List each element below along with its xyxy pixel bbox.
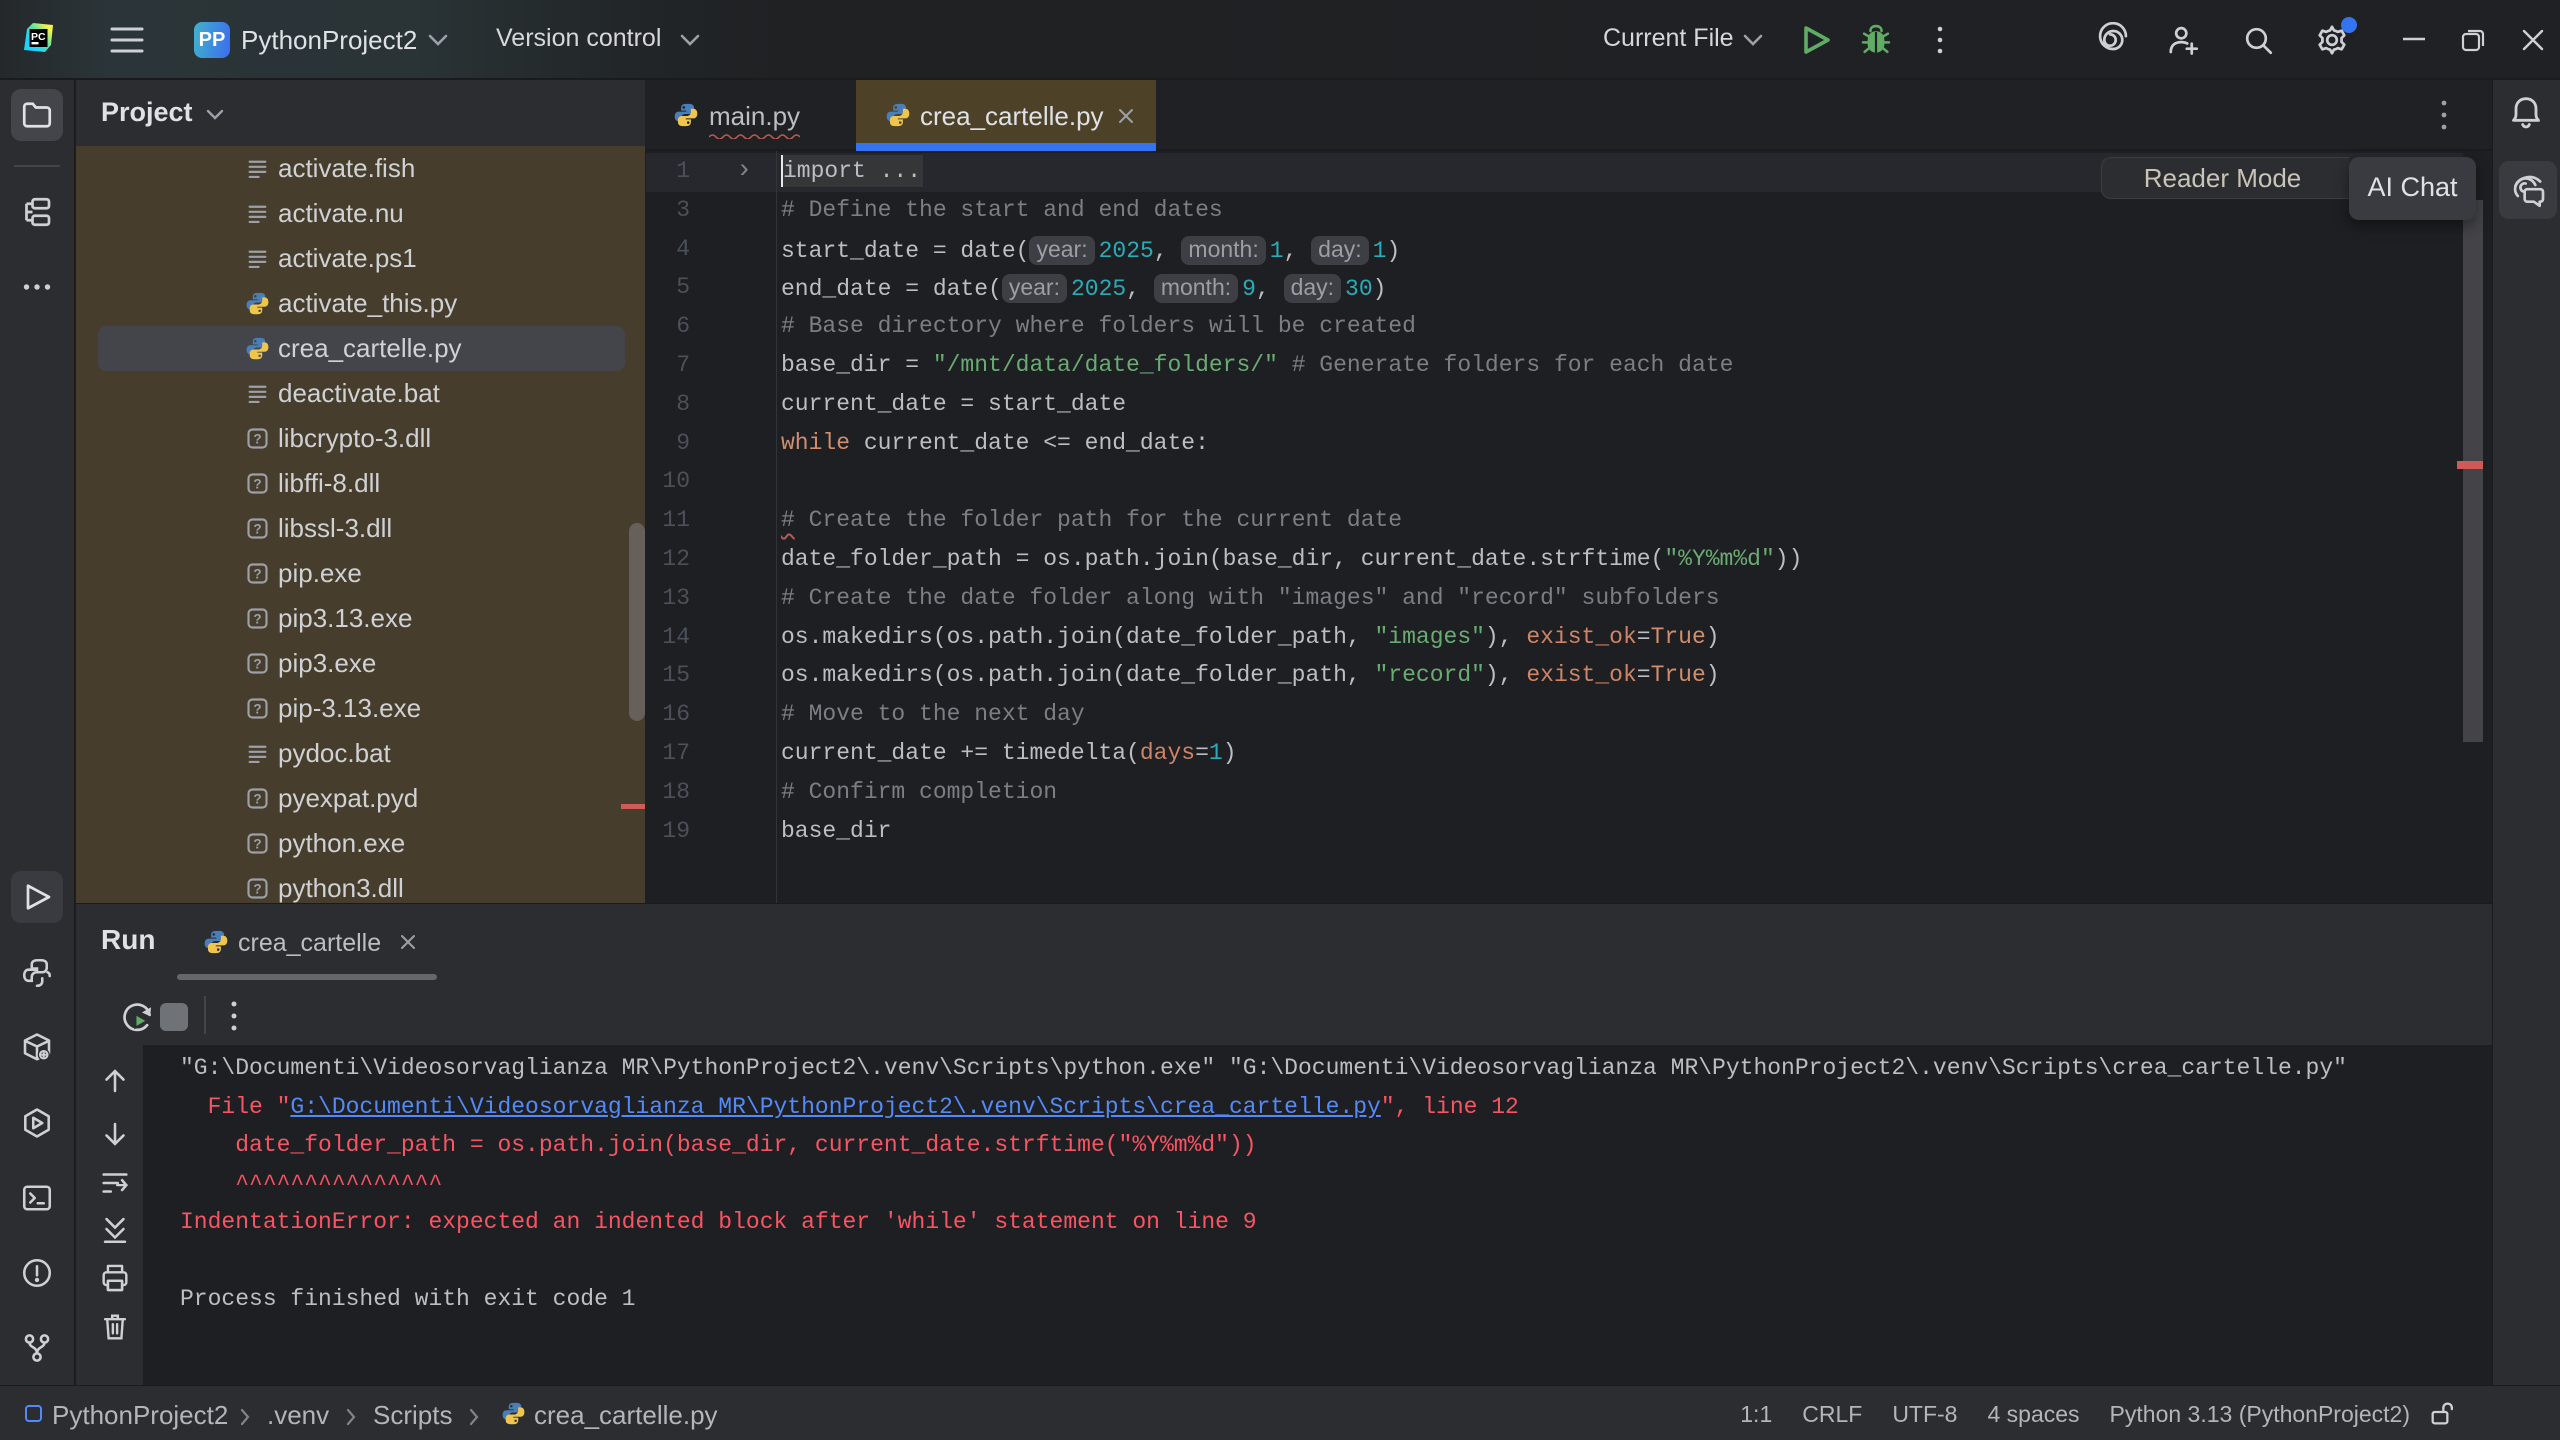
svg-text:PC: PC bbox=[31, 31, 46, 43]
